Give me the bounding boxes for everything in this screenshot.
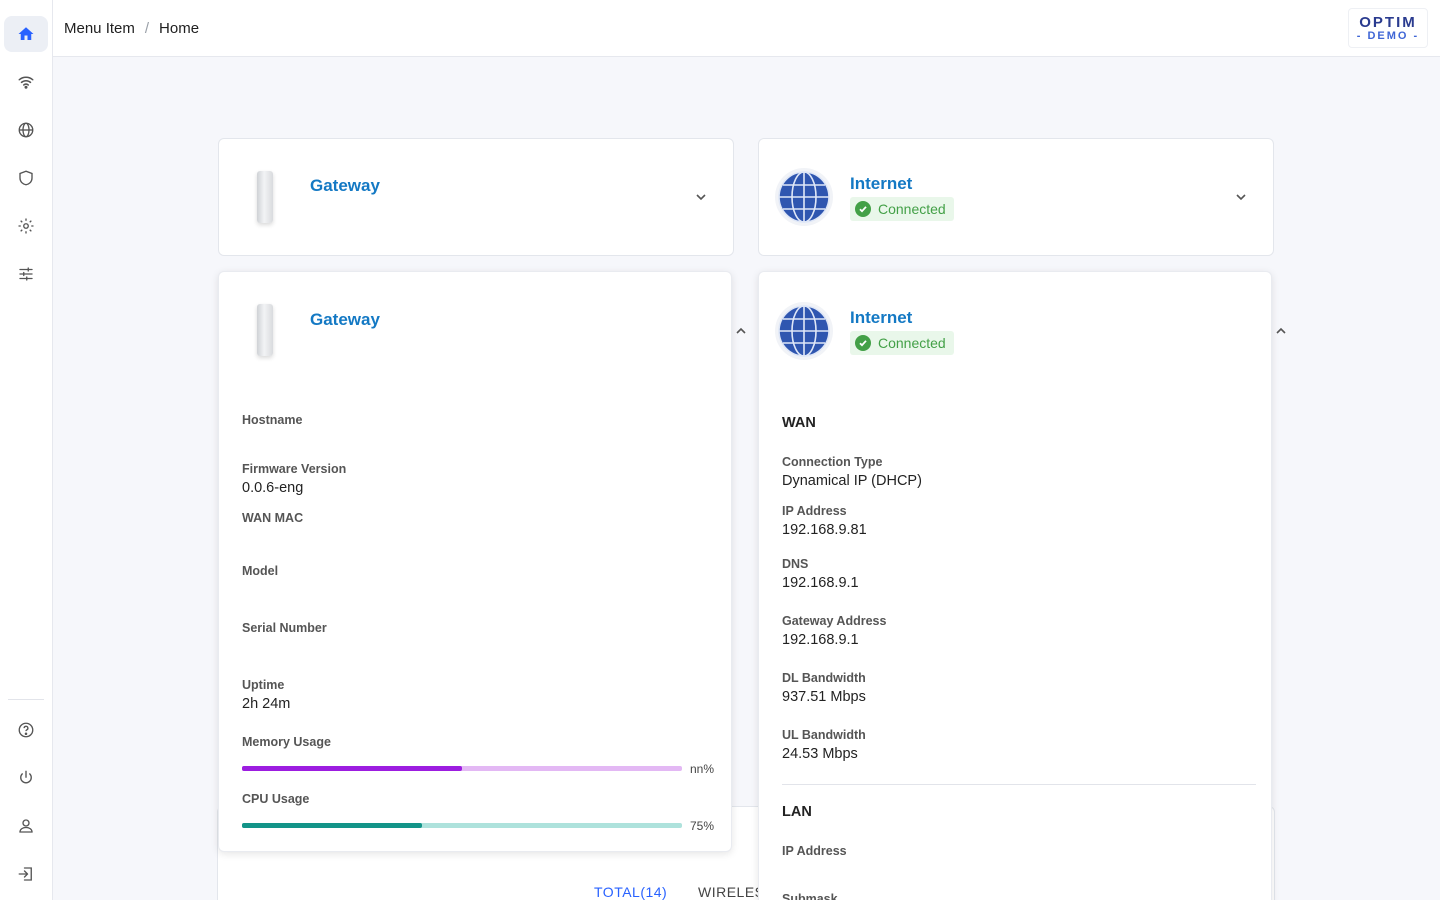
chevron-up-icon[interactable] [1274,324,1288,338]
firmware-value: 0.0.6-eng [242,480,304,496]
nav-help[interactable] [4,712,48,748]
breadcrumb: Menu Item / Home [64,20,199,37]
cpu-usage-fill [242,823,423,828]
cpu-usage-bar [242,823,682,828]
chevron-down-icon[interactable] [1234,190,1248,204]
connection-type-label: Connection Type [782,455,883,469]
memory-usage-fill [242,766,462,771]
wan-mac-label: WAN MAC [242,511,304,525]
nav-internet[interactable] [4,112,48,148]
home-icon [18,27,34,40]
section-divider [782,784,1256,785]
dns-value: 192.168.9.1 [782,575,859,591]
uptime-label: Uptime [242,678,285,692]
firmware-label: Firmware Version [242,462,347,476]
shield-icon [19,170,33,186]
breadcrumb-home: Home [159,20,200,37]
memory-usage-label: Memory Usage [242,735,331,749]
wifi-icon [18,76,34,89]
topbar: Menu Item / Home OPTIM - DEMO - [53,0,1440,57]
help-icon [18,722,34,738]
logout-icon [18,867,32,881]
status-text: Connected [878,201,946,217]
tab-wireless[interactable]: WIRELES [698,884,765,900]
gear-icon [18,218,34,234]
globe-icon [18,122,34,138]
nav-security[interactable] [4,160,48,196]
logo-sub-text: - DEMO - [1356,30,1420,42]
gateway-device-image [257,171,273,223]
ul-bandwidth-label: UL Bandwidth [782,728,866,742]
dl-bandwidth-value: 937.51 Mbps [782,689,866,705]
cpu-usage-percent: 75% [690,819,715,833]
nav-account[interactable] [4,808,48,844]
nav-advanced[interactable] [4,256,48,292]
gateway-title[interactable]: Gateway [310,176,380,196]
submask-label: Submask [782,892,838,900]
internet-card-expanded: Internet Connected WAN Connection Type D… [758,271,1272,900]
status-badge: Connected [850,331,954,355]
wan-section-title: WAN [782,415,816,431]
ul-bandwidth-value: 24.53 Mbps [782,746,858,762]
dns-label: DNS [782,557,809,571]
tab-total[interactable]: TOTAL(14) [594,884,667,900]
nav-power[interactable] [4,760,48,796]
sliders-icon [19,267,33,281]
logo-main-text: OPTIM [1359,14,1417,31]
memory-usage-bar [242,766,682,771]
globe-image [775,168,833,226]
status-text: Connected [878,335,946,351]
internet-title[interactable]: Internet [850,308,912,328]
user-icon [19,819,33,833]
optim-logo: OPTIM - DEMO - [1348,8,1428,48]
nav-logout[interactable] [4,856,48,892]
breadcrumb-menu-item[interactable]: Menu Item [64,20,135,37]
uptime-value: 2h 24m [242,696,291,712]
cpu-usage-label: CPU Usage [242,792,310,806]
globe-image [775,302,833,360]
wan-ip-label: IP Address [782,504,847,518]
internet-title[interactable]: Internet [850,174,912,194]
wan-ip-value: 192.168.9.81 [782,522,867,538]
sidebar-divider [8,699,44,700]
gateway-card-expanded: Gateway Hostname Firmware Version 0.0.6-… [218,271,732,852]
serial-number-label: Serial Number [242,621,327,635]
gateway-address-value: 192.168.9.1 [782,632,859,648]
power-icon [20,770,32,784]
gateway-address-label: Gateway Address [782,614,887,628]
gateway-title[interactable]: Gateway [310,310,380,330]
chevron-down-icon[interactable] [694,190,708,204]
lan-section-title: LAN [782,804,812,820]
sidebar [0,0,53,900]
check-circle-icon [855,201,871,217]
gateway-device-image [257,304,273,356]
connection-type-value: Dynamical IP (DHCP) [782,473,922,489]
gateway-card-collapsed[interactable]: Gateway [218,138,734,256]
internet-card-collapsed[interactable]: Internet Connected [758,138,1274,256]
status-badge: Connected [850,197,954,221]
breadcrumb-separator: / [144,20,150,37]
nav-wifi[interactable] [4,64,48,100]
nav-settings[interactable] [4,208,48,244]
dl-bandwidth-label: DL Bandwidth [782,671,866,685]
nav-home[interactable] [4,16,48,52]
hostname-label: Hostname [242,413,303,427]
model-label: Model [242,564,279,578]
memory-usage-percent: nn% [690,762,715,776]
chevron-up-icon[interactable] [734,324,748,338]
check-circle-icon [855,335,871,351]
lan-ip-label: IP Address [782,844,847,858]
